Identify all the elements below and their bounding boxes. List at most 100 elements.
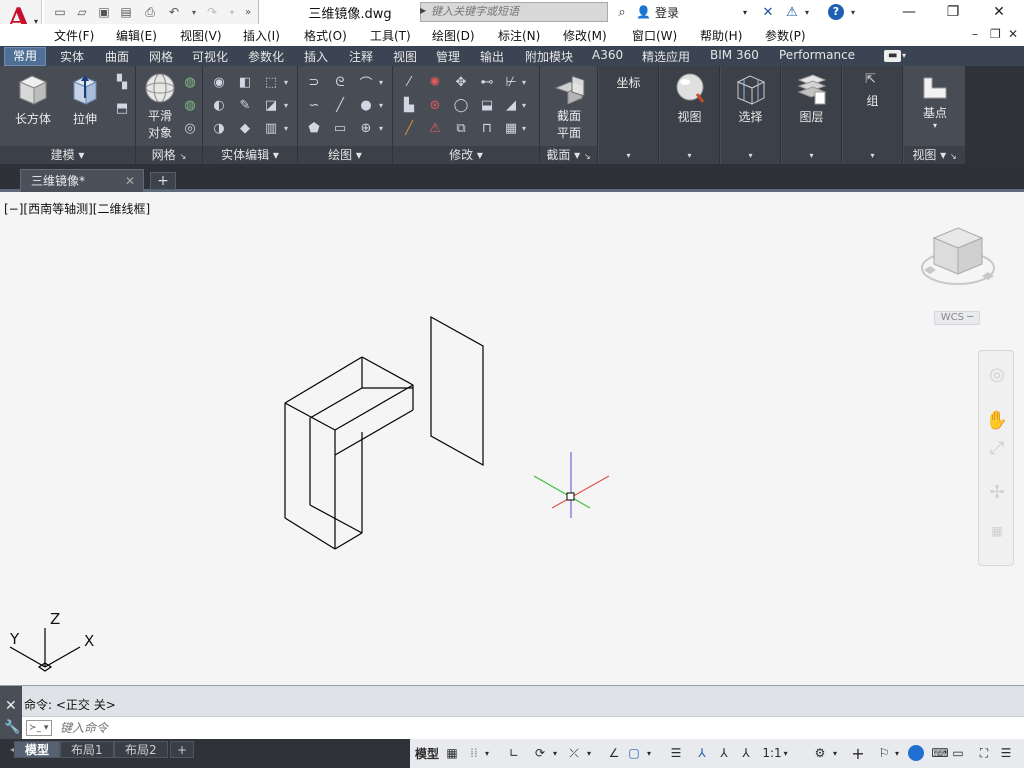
tab-output[interactable]: 输出 [480, 48, 504, 65]
basepoint-button[interactable]: 基点 ▾ [912, 74, 958, 130]
tab-manage[interactable]: 管理 [436, 48, 460, 65]
customization-menu-icon[interactable]: ☰ [996, 743, 1016, 763]
annotation-visibility-icon[interactable]: ⅄ [694, 743, 710, 763]
menu-draw[interactable]: 绘图(D) [432, 27, 475, 44]
trim-icon[interactable]: ⊬ [501, 72, 521, 92]
ortho-icon[interactable]: ∟ [506, 743, 522, 763]
shell-icon[interactable]: ◧ [235, 72, 255, 92]
workspace-gear-icon[interactable]: ⚙ [812, 743, 828, 763]
extract-edges-icon[interactable]: ◪ [261, 95, 281, 115]
close-tab-icon[interactable]: ✕ [125, 170, 135, 192]
slice-icon[interactable]: ⬚ [261, 72, 281, 92]
panel-title-solid-edit[interactable]: 实体编辑 ▾ [203, 146, 297, 164]
polygon-icon[interactable]: ⬟ [304, 118, 324, 138]
open-folder-icon[interactable]: ▱ [72, 3, 92, 21]
menu-modify[interactable]: 修改(M) [563, 27, 607, 44]
isolate-objects-icon[interactable] [906, 743, 926, 763]
3d-mirror-icon[interactable]: ⊛ [425, 95, 445, 115]
mesh-refine-icon[interactable]: ◍ [180, 95, 200, 115]
rectangle-icon[interactable]: ▭ [330, 118, 350, 138]
minimize-button[interactable]: — [886, 0, 932, 24]
tab-surface[interactable]: 曲面 [105, 48, 129, 65]
align-icon[interactable]: ⬓ [477, 95, 497, 115]
polar-dropdown-icon[interactable]: ▾ [550, 743, 560, 763]
3d-align-icon[interactable]: ⚠ [425, 118, 445, 138]
scale-selector[interactable]: 1:1 ▾ [762, 743, 788, 763]
snap-dropdown-icon[interactable]: ▾ [482, 743, 492, 763]
object-snap-tracking-icon[interactable]: ∠ [606, 743, 622, 763]
tab-bim360[interactable]: BIM 360 [710, 48, 759, 62]
save-icon[interactable]: ▣ [94, 3, 114, 21]
section-plane-button[interactable]: 截面 平面 [546, 74, 592, 141]
mesh-box-icon[interactable]: ◍ [180, 72, 200, 92]
tab-solid[interactable]: 实体 [60, 48, 84, 65]
add-layout-button[interactable]: + [170, 741, 195, 758]
annotation-scale-icon[interactable]: ⅄ [738, 743, 754, 763]
ellipse-icon[interactable]: ⊕ [356, 118, 376, 138]
object-snap-dropdown-icon[interactable]: ▾ [644, 743, 654, 763]
search-expand-icon[interactable]: ▶ [420, 6, 426, 15]
line-icon[interactable]: ╱ [330, 95, 350, 115]
union-icon[interactable]: ◉ [209, 72, 229, 92]
doc-close-icon[interactable]: ✕ [1008, 27, 1018, 41]
new-tab-button[interactable]: + [150, 172, 176, 190]
panel-title-view[interactable]: 视图 ▾ ↘ [904, 146, 965, 164]
rotate-gizmo-icon[interactable]: ✺ [425, 72, 445, 92]
clean-screen-icon[interactable]: ⛶ [974, 743, 994, 763]
presspull-icon[interactable]: ⬒ [112, 98, 132, 118]
separate-icon[interactable]: ▥ [261, 118, 281, 138]
tab-parametric[interactable]: 参数化 [248, 48, 284, 65]
isodraft-dropdown-icon[interactable]: ▾ [584, 743, 594, 763]
redo-icon[interactable]: ↷ [202, 3, 222, 21]
drawing-canvas[interactable]: [−][西南等轴测][二维线框] Z Y X WCS ─ ◎ ✋ ⤢ ✢ ▦ [0, 192, 1024, 685]
polysolid-icon[interactable]: ▚ [112, 72, 132, 92]
model-space-button[interactable]: 模型 [412, 743, 442, 763]
tab-performance[interactable]: Performance [779, 48, 855, 62]
modify-dropdown-1-icon[interactable]: ▾ [519, 72, 529, 92]
menu-dimension[interactable]: 标注(N) [498, 27, 540, 44]
steering-wheel-icon[interactable]: ◎ [985, 363, 1009, 387]
snap-icon[interactable]: ⁞⁞ [466, 743, 482, 763]
tab-layout1[interactable]: 布局1 [60, 741, 114, 758]
object-snap-icon[interactable]: ▢ [626, 743, 642, 763]
intersect-icon[interactable]: ◑ [209, 118, 229, 138]
viewcube[interactable] [918, 216, 998, 306]
menu-file[interactable]: 文件(F) [54, 27, 94, 44]
ribbon-minimize-icon[interactable]: ▬ [884, 50, 902, 62]
pan-hand-icon[interactable]: ✋ [985, 409, 1009, 433]
help-icon[interactable]: ? [826, 2, 846, 22]
menu-view[interactable]: 视图(V) [180, 27, 222, 44]
a360-icon[interactable]: ⚠ [782, 2, 802, 22]
move-gizmo-icon[interactable]: ⁄ [399, 72, 419, 92]
tab-featured-apps[interactable]: 精选应用 [642, 48, 690, 65]
tab-view[interactable]: 视图 [393, 48, 417, 65]
interfere-icon[interactable]: ✎ [235, 95, 255, 115]
rotate-icon[interactable]: ◯ [451, 95, 471, 115]
tab-addins[interactable]: 附加模块 [525, 48, 573, 65]
thicken-icon[interactable]: ◆ [235, 118, 255, 138]
panel-title-draw[interactable]: 绘图 ▾ [298, 146, 392, 164]
menu-edit[interactable]: 编辑(E) [116, 27, 157, 44]
panel-title-modify[interactable]: 修改 ▾ [393, 146, 539, 164]
command-prompt-icon[interactable]: ≻_ ▾ [26, 720, 52, 736]
menu-help[interactable]: 帮助(H) [700, 27, 742, 44]
modify-dropdown-2-icon[interactable]: ▾ [519, 95, 529, 115]
draw-dropdown-1-icon[interactable]: ▾ [376, 72, 386, 92]
menu-window[interactable]: 窗口(W) [632, 27, 677, 44]
draw-dropdown-3-icon[interactable]: ▾ [376, 118, 386, 138]
menu-insert[interactable]: 插入(I) [243, 27, 280, 44]
fillet-icon[interactable]: ◢ [501, 95, 521, 115]
new-file-icon[interactable]: ▭ [50, 3, 70, 21]
menu-parametric[interactable]: 参数(P) [765, 27, 806, 44]
command-input[interactable] [60, 719, 960, 737]
showmotion-icon[interactable]: ▦ [985, 519, 1009, 543]
panel-groups-button[interactable]: ⇱ 组 ▾ [843, 66, 903, 164]
subtract-icon[interactable]: ◐ [209, 95, 229, 115]
smooth-object-button[interactable]: 平滑 对象 [140, 72, 180, 141]
menu-tools[interactable]: 工具(T) [370, 27, 411, 44]
restore-button[interactable]: ❐ [930, 0, 976, 24]
grid-icon[interactable]: ▦ [444, 743, 460, 763]
wcs-menu[interactable]: WCS ─ [934, 311, 980, 325]
extrude-button[interactable]: 拉伸 [62, 72, 108, 127]
panel-layers-button[interactable]: 图层 ▾ [782, 66, 842, 164]
